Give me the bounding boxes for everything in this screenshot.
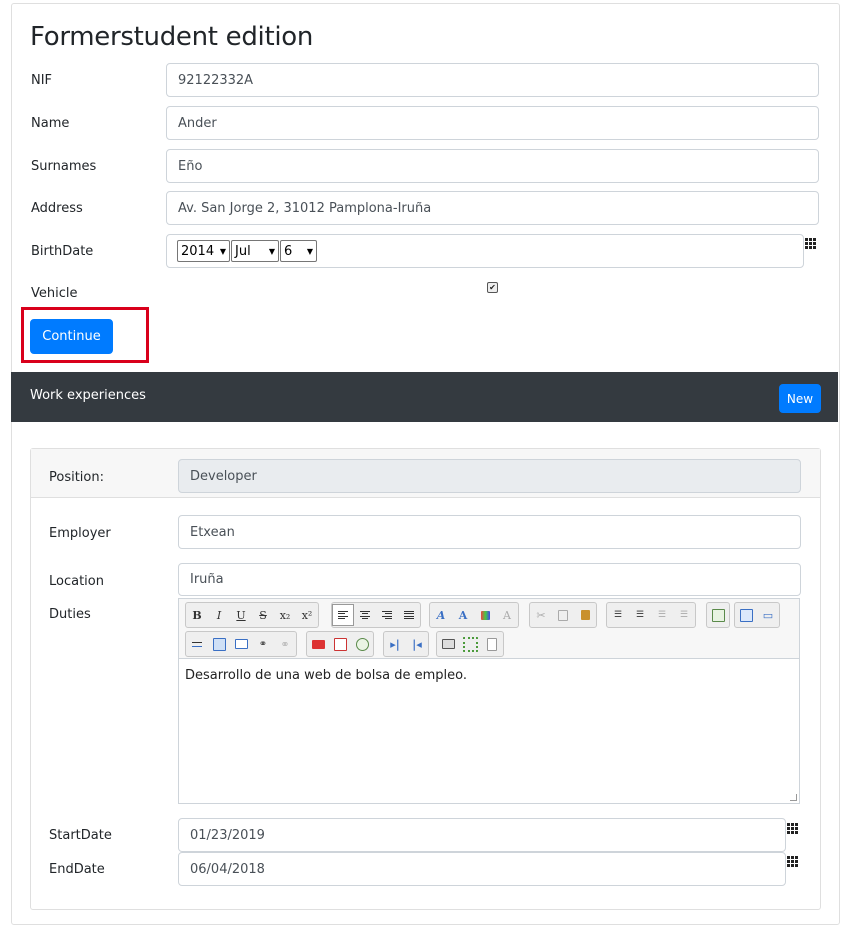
- birthdate-field: 2014 ▼ Jul ▼ 6 ▼: [166, 234, 804, 268]
- page-title: Formerstudent edition: [30, 22, 314, 52]
- birthdate-day-select[interactable]: 6 ▼: [280, 240, 317, 262]
- unlink-icon[interactable]: ⚭: [274, 633, 296, 655]
- toolbar-group-clipboard: ✂: [529, 602, 597, 628]
- address-label: Address: [31, 201, 83, 216]
- checkbox-check-icon: ✔: [489, 283, 496, 292]
- strikethrough-button[interactable]: S: [252, 604, 274, 626]
- youtube-icon[interactable]: [307, 633, 329, 655]
- birthdate-day-value: 6: [284, 243, 293, 259]
- vehicle-label: Vehicle: [31, 286, 78, 301]
- rtl-icon[interactable]: |◂: [406, 633, 428, 655]
- calendar-grid-icon[interactable]: [787, 856, 799, 868]
- resize-handle-icon[interactable]: [790, 794, 797, 801]
- birthdate-month-value: Jul: [235, 243, 251, 259]
- insert-date-icon[interactable]: [329, 633, 351, 655]
- font-color-icon[interactable]: A: [430, 604, 452, 626]
- nif-label: NIF: [31, 73, 53, 88]
- vehicle-checkbox[interactable]: ✔: [487, 282, 498, 293]
- numbered-list-icon[interactable]: ☰: [629, 604, 651, 626]
- remove-format-icon[interactable]: A: [496, 604, 518, 626]
- bold-button[interactable]: B: [186, 604, 208, 626]
- enddate-label: EndDate: [49, 862, 105, 877]
- toolbar-group-media: [306, 631, 374, 657]
- cut-icon[interactable]: ✂: [530, 604, 552, 626]
- calendar-grid-icon[interactable]: [805, 238, 817, 250]
- indent-icon[interactable]: ☰: [673, 604, 695, 626]
- insert-table-icon[interactable]: [707, 604, 729, 626]
- nif-input[interactable]: 92122332A: [166, 63, 819, 97]
- name-input[interactable]: Ander: [166, 106, 819, 140]
- outdent-icon[interactable]: ☰: [651, 604, 673, 626]
- continue-button[interactable]: Continue: [30, 319, 113, 354]
- source-view-icon[interactable]: [481, 633, 503, 655]
- comment-icon[interactable]: ▭: [757, 604, 779, 626]
- toolbar-group-html: ▭: [734, 602, 780, 628]
- startdate-input[interactable]: 01/23/2019: [178, 818, 786, 852]
- toolbar-group-align: [331, 602, 421, 628]
- insert-email-icon[interactable]: [230, 633, 252, 655]
- chevron-down-icon: ▼: [219, 246, 226, 256]
- name-label: Name: [31, 116, 70, 131]
- align-left-icon[interactable]: [332, 604, 354, 626]
- employer-label: Employer: [49, 526, 111, 541]
- surnames-input[interactable]: Eño: [166, 149, 819, 183]
- superscript-button[interactable]: x²: [296, 604, 318, 626]
- toolbar-group-direction: ▸| |◂: [383, 631, 429, 657]
- duties-editor[interactable]: Desarrollo de una web de bolsa de empleo…: [178, 658, 800, 804]
- html-source-icon[interactable]: [735, 604, 757, 626]
- position-input[interactable]: Developer: [178, 459, 801, 493]
- duties-label: Duties: [49, 607, 91, 622]
- align-center-icon[interactable]: [354, 604, 376, 626]
- birthdate-label: BirthDate: [31, 244, 94, 259]
- location-input[interactable]: Iruña: [178, 563, 801, 596]
- birthdate-month-select[interactable]: Jul ▼: [231, 240, 279, 262]
- italic-button[interactable]: I: [208, 604, 230, 626]
- maximize-icon[interactable]: [459, 633, 481, 655]
- surnames-label: Surnames: [31, 159, 97, 174]
- position-label: Position:: [49, 470, 104, 485]
- insert-link-icon[interactable]: ⚭: [252, 633, 274, 655]
- toolbar-group-view: [436, 631, 504, 657]
- toolbar-group-insert: ⚭ ⚭: [185, 631, 297, 657]
- insert-time-icon[interactable]: [351, 633, 373, 655]
- insert-image-icon[interactable]: [208, 633, 230, 655]
- subscript-button[interactable]: x₂: [274, 604, 296, 626]
- align-right-icon[interactable]: [376, 604, 398, 626]
- bullet-list-icon[interactable]: ☰: [607, 604, 629, 626]
- duties-editor-toolbar: B I U S x₂ x² A A A ✂ ☰ ☰ ☰ ☰ ▭ ⚭ ⚭ ▸| |…: [178, 598, 800, 658]
- duties-text: Desarrollo de una web de bolsa de empleo…: [185, 668, 467, 683]
- birthdate-year-value: 2014: [181, 243, 215, 259]
- color-palette-icon[interactable]: [474, 604, 496, 626]
- enddate-input[interactable]: 06/04/2018: [178, 852, 786, 886]
- new-button[interactable]: New: [779, 384, 821, 413]
- horizontal-rule-icon[interactable]: [186, 633, 208, 655]
- work-experiences-header: Work experiences: [11, 372, 838, 422]
- print-icon[interactable]: [437, 633, 459, 655]
- employer-input[interactable]: Etxean: [178, 515, 801, 549]
- toolbar-group-font: A A A: [429, 602, 519, 628]
- chevron-down-icon: ▼: [268, 246, 275, 256]
- birthdate-year-select[interactable]: 2014 ▼: [177, 240, 230, 262]
- work-experiences-title: Work experiences: [30, 388, 146, 403]
- paste-icon[interactable]: [574, 604, 596, 626]
- ltr-icon[interactable]: ▸|: [384, 633, 406, 655]
- startdate-label: StartDate: [49, 828, 112, 843]
- toolbar-group-lists: ☰ ☰ ☰ ☰: [606, 602, 696, 628]
- background-color-icon[interactable]: A: [452, 604, 474, 626]
- underline-button[interactable]: U: [230, 604, 252, 626]
- toolbar-group-table: [706, 602, 730, 628]
- toolbar-group-basic: B I U S x₂ x²: [185, 602, 319, 628]
- align-justify-icon[interactable]: [398, 604, 420, 626]
- location-label: Location: [49, 574, 104, 589]
- copy-icon[interactable]: [552, 604, 574, 626]
- calendar-grid-icon[interactable]: [787, 823, 799, 835]
- address-input[interactable]: Av. San Jorge 2, 31012 Pamplona-Iruña: [166, 191, 819, 225]
- chevron-down-icon: ▼: [306, 246, 313, 256]
